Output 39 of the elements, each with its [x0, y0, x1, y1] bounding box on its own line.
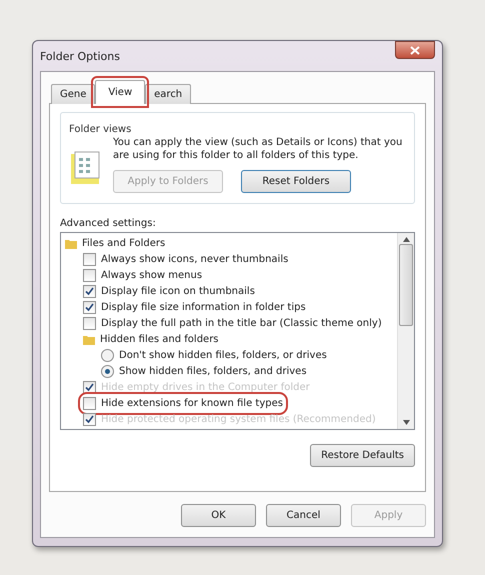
folder-button[interactable]: Reset Folders: [241, 170, 351, 193]
option-label: Always show menus: [101, 270, 202, 280]
option-label: Display the full path in the title bar (Classic theme only): [101, 318, 382, 328]
tab[interactable]: earch: [145, 84, 192, 104]
dialog-button[interactable]: Cancel: [266, 504, 341, 527]
checkbox[interactable]: [83, 268, 96, 282]
option-label: Show hidden files, folders, and drives: [119, 366, 307, 376]
window-title: Folder Options: [40, 50, 120, 62]
checkbox[interactable]: [83, 284, 96, 298]
folder-icon: [65, 238, 77, 248]
checkbox[interactable]: [83, 412, 96, 426]
group-title: Folder views: [69, 124, 132, 135]
option-label: Display file size information in folder tips: [101, 302, 306, 312]
option-label: Display file icon on thumbnails: [101, 286, 255, 296]
folder-icon: [83, 334, 95, 344]
close-icon: [410, 46, 420, 54]
option-label: Hide extensions for known file types: [101, 398, 283, 408]
category-label: Files and Folders: [82, 238, 166, 248]
description-text: You can apply the view (such as Details or Icons) that you are using for this folder to all folders of this type.: [113, 136, 404, 162]
scroll-down-icon[interactable]: [402, 420, 410, 425]
restore-defaults-button[interactable]: Restore Defaults: [310, 444, 415, 467]
dialog-button[interactable]: OK: [181, 504, 256, 527]
radio-button[interactable]: [101, 364, 114, 378]
category-label: Hidden files and folders: [100, 334, 219, 344]
scrollbar[interactable]: [397, 233, 414, 429]
tab[interactable]: Gene: [51, 84, 96, 104]
checkbox[interactable]: [83, 316, 96, 330]
checkbox[interactable]: [83, 396, 96, 410]
radio-button[interactable]: [101, 348, 114, 362]
option-label: Hide empty drives in the Computer folder: [101, 382, 310, 392]
scroll-up-icon[interactable]: [402, 237, 410, 242]
option-label: Always show icons, never thumbnails: [101, 254, 288, 264]
section-label: Advanced settings:: [60, 218, 157, 229]
checkbox[interactable]: [83, 300, 96, 314]
checkbox[interactable]: [83, 252, 96, 266]
option-label: Don't show hidden files, folders, or drives: [119, 350, 327, 360]
checkbox[interactable]: [83, 380, 96, 394]
option-label: Hide protected operating system files (Recommended): [101, 414, 376, 424]
close-button[interactable]: [395, 41, 435, 59]
